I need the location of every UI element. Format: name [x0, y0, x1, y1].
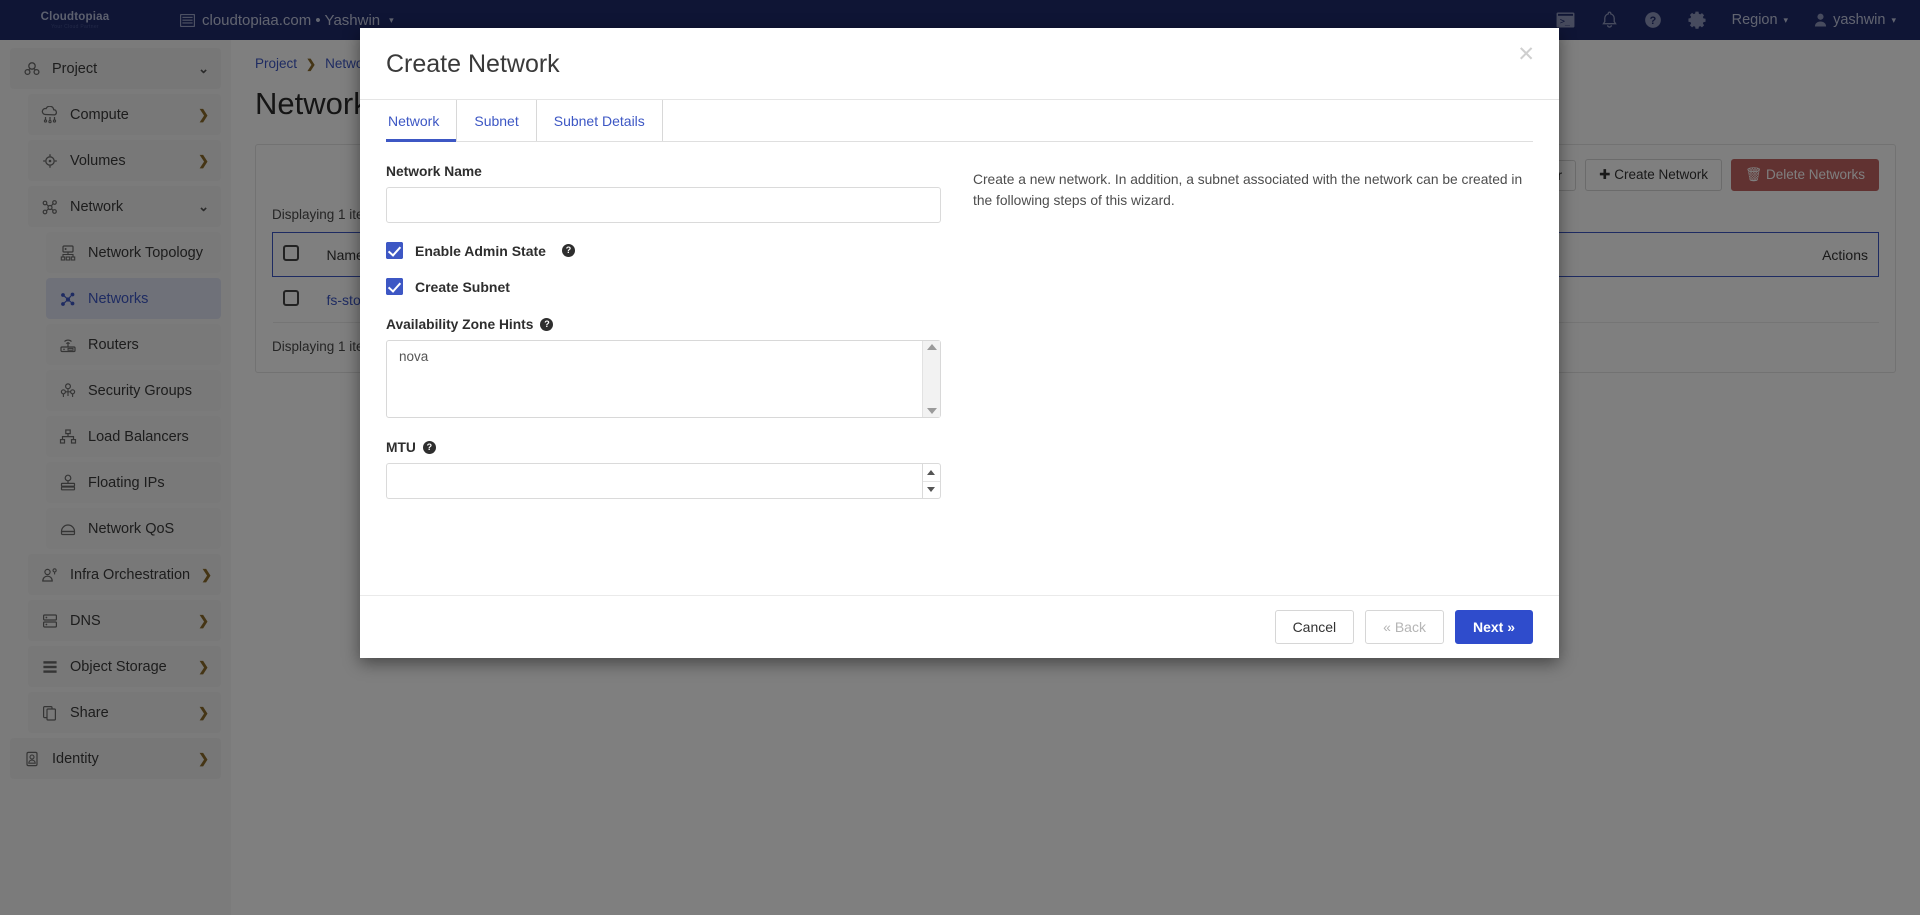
mtu-field: MTU ? [386, 440, 941, 499]
modal-form-column: Network Name Enable Admin State ? Create… [386, 164, 941, 595]
mtu-input[interactable] [386, 463, 922, 499]
app-root: Cloudtopiaa Your Cloud Partner cloudtopi… [0, 0, 1920, 915]
caret-up-icon [927, 470, 935, 475]
mtu-label-text: MTU [386, 440, 416, 455]
help-icon[interactable]: ? [540, 318, 553, 331]
enable-admin-state-row[interactable]: Enable Admin State ? [386, 242, 941, 259]
network-name-input[interactable] [386, 187, 941, 223]
network-name-field: Network Name [386, 164, 941, 223]
close-icon[interactable]: ✕ [1511, 40, 1541, 69]
help-icon[interactable]: ? [423, 441, 436, 454]
tab-subnet-details[interactable]: Subnet Details [537, 100, 663, 141]
availability-zone-hints-field: Availability Zone Hints ? nova [386, 317, 941, 418]
cancel-button[interactable]: Cancel [1275, 610, 1355, 644]
caret-down-icon [927, 487, 935, 492]
create-subnet-label: Create Subnet [415, 279, 510, 295]
modal-help-text: Create a new network. In addition, a sub… [973, 169, 1533, 212]
modal-title: Create Network [386, 50, 1533, 79]
modal-body: Network Name Enable Admin State ? Create… [360, 142, 1559, 595]
create-subnet-checkbox[interactable] [386, 278, 403, 295]
list-item[interactable]: nova [399, 349, 910, 364]
scroll-up-icon[interactable] [927, 344, 937, 350]
mtu-decrement-button[interactable] [923, 481, 940, 499]
az-hints-label-text: Availability Zone Hints [386, 317, 533, 332]
mtu-spinner-buttons [922, 463, 941, 499]
scroll-down-icon[interactable] [927, 408, 937, 414]
network-name-label: Network Name [386, 164, 941, 179]
enable-admin-state-label: Enable Admin State [415, 243, 546, 259]
modal-help-column: Create a new network. In addition, a sub… [941, 164, 1533, 595]
modal-footer: Cancel « Back Next » [360, 595, 1559, 658]
tab-subnet[interactable]: Subnet [457, 100, 536, 141]
availability-zone-hints-label: Availability Zone Hints ? [386, 317, 941, 332]
back-button[interactable]: « Back [1365, 610, 1444, 644]
tab-network[interactable]: Network [386, 100, 457, 141]
availability-zone-hints-listbox[interactable]: nova [386, 340, 941, 418]
az-hints-options: nova [387, 341, 922, 417]
modal-tabs: Network Subnet Subnet Details [386, 100, 1533, 142]
az-hints-scrollbar[interactable] [922, 341, 940, 417]
create-subnet-row[interactable]: Create Subnet [386, 278, 941, 295]
mtu-label: MTU ? [386, 440, 941, 455]
mtu-increment-button[interactable] [923, 464, 940, 481]
help-icon[interactable]: ? [562, 244, 575, 257]
next-button[interactable]: Next » [1455, 610, 1533, 644]
modal-header: Create Network ✕ [360, 28, 1559, 100]
create-network-modal: Create Network ✕ Network Subnet Subnet D… [360, 28, 1559, 658]
mtu-stepper [386, 463, 941, 499]
enable-admin-state-checkbox[interactable] [386, 242, 403, 259]
